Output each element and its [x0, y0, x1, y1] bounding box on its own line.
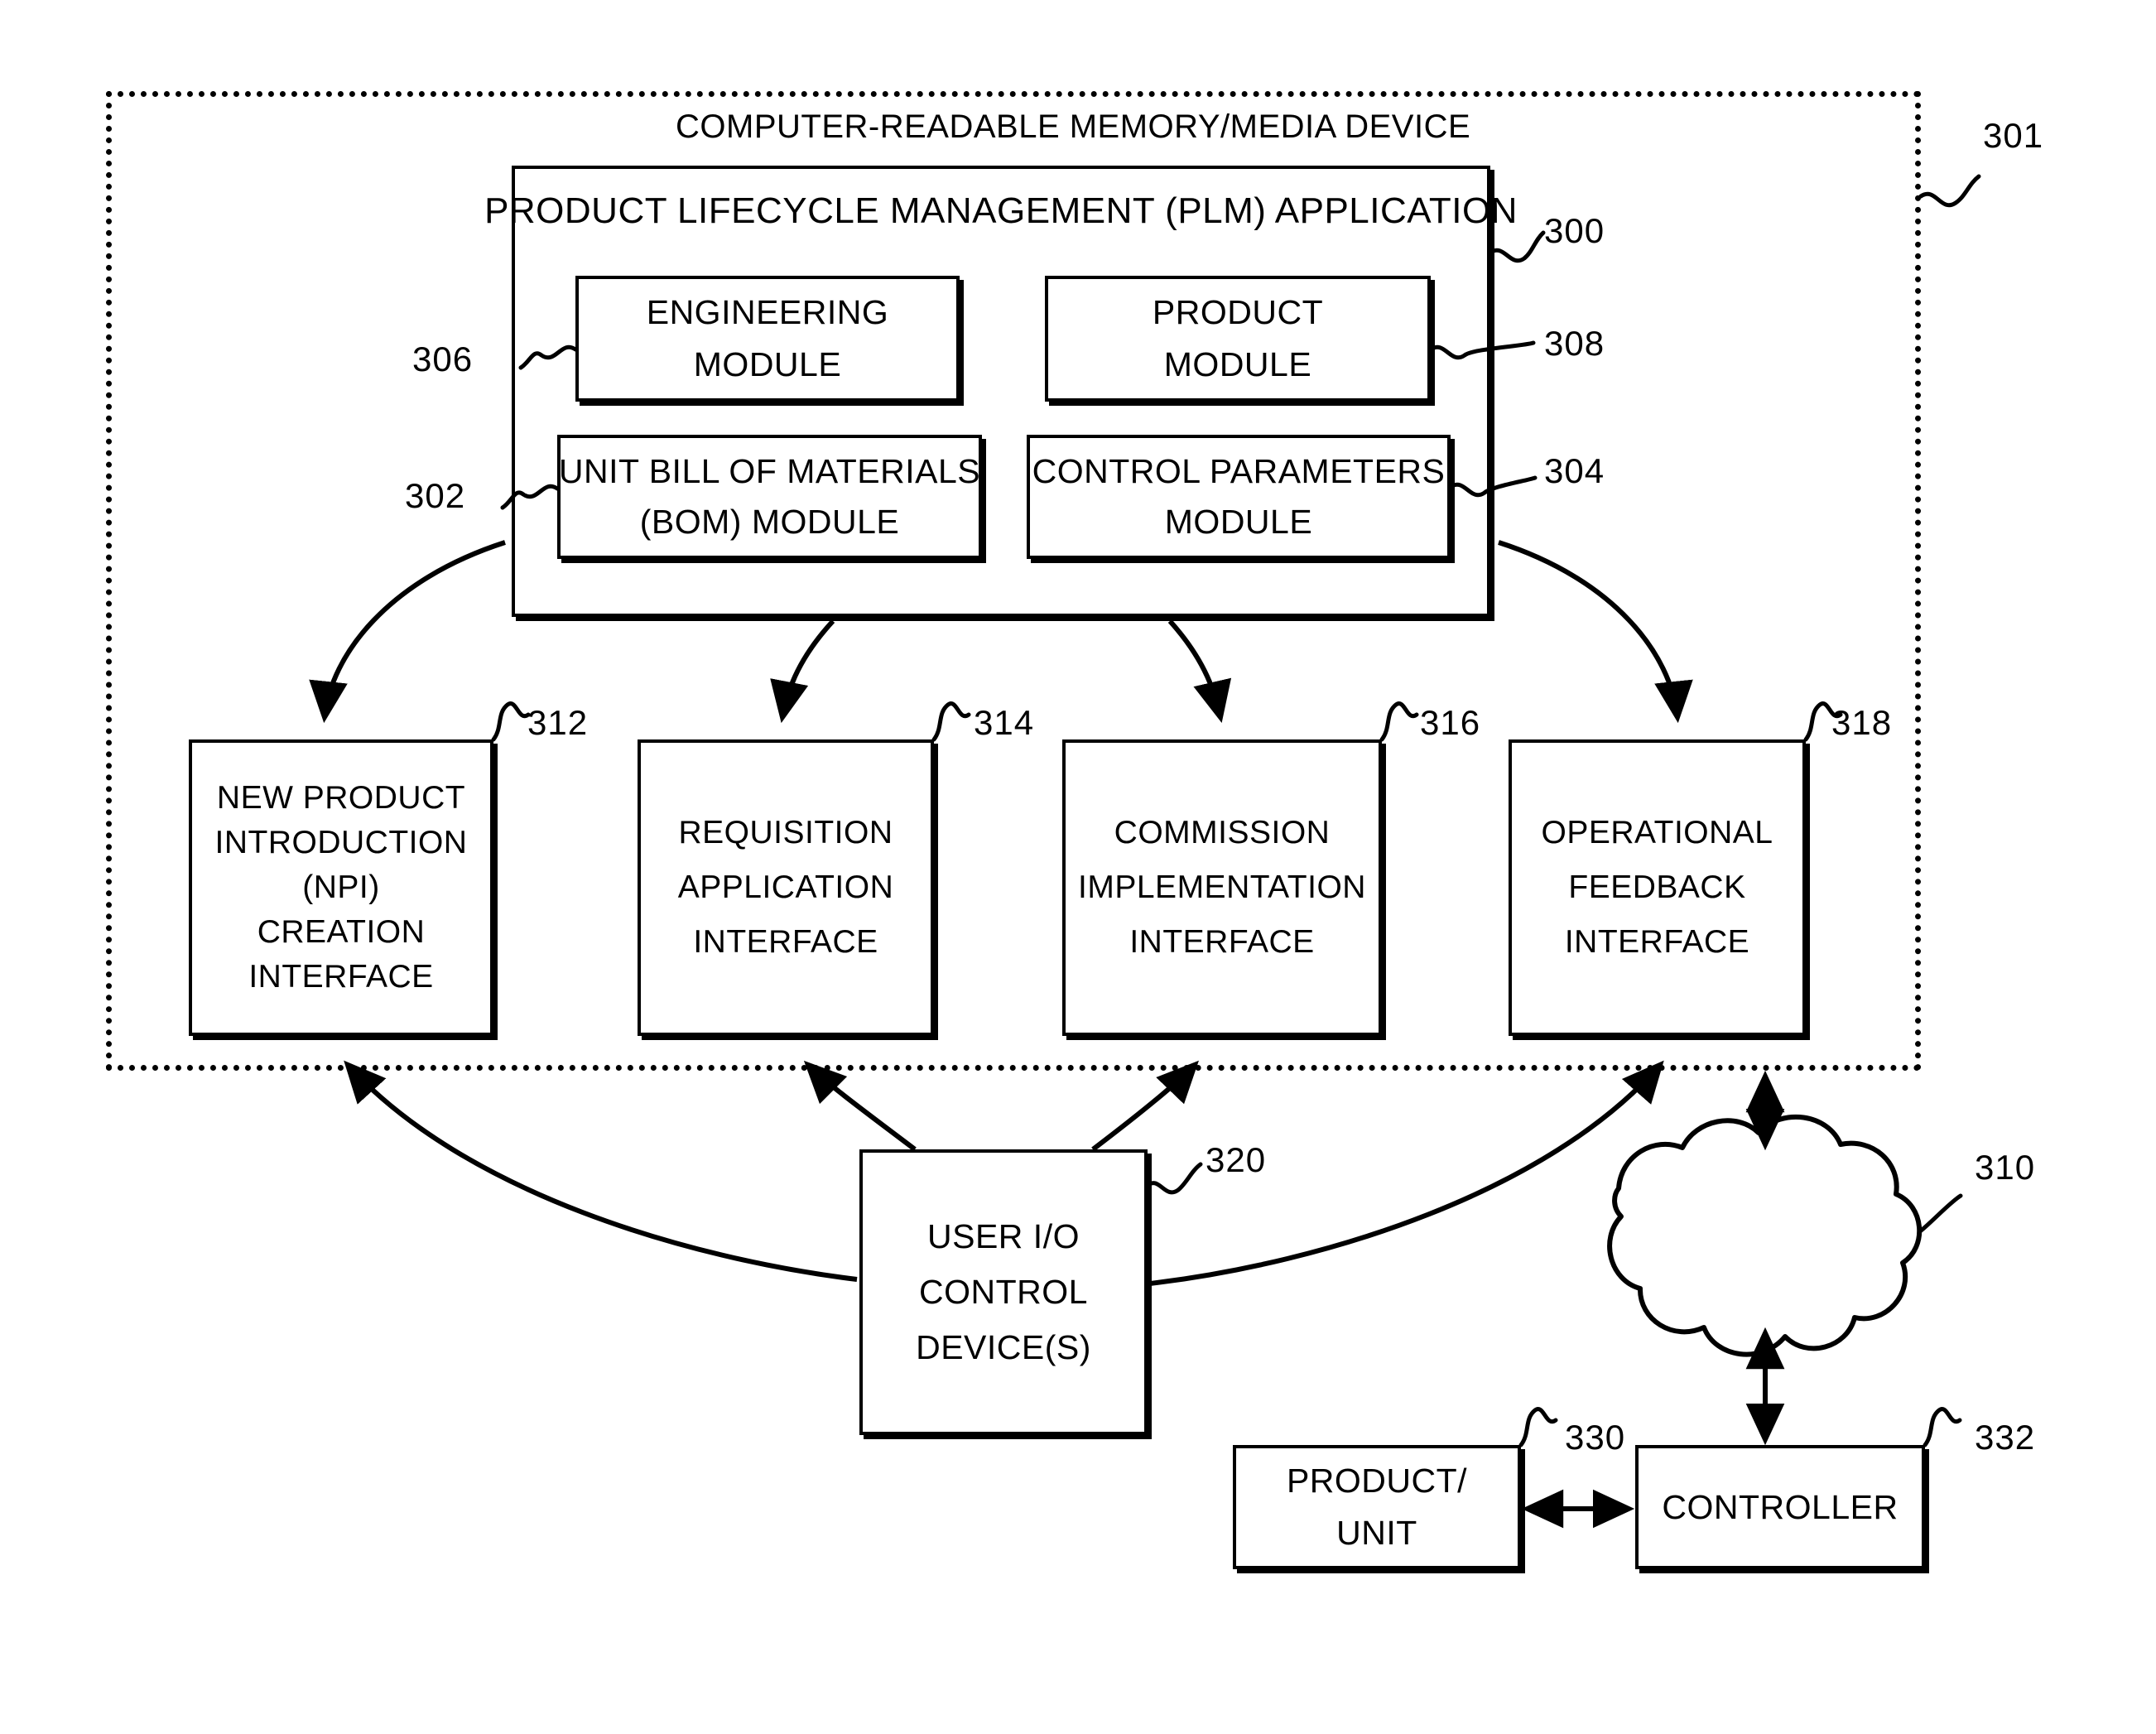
- npi-interface-line-5: INTERFACE: [248, 959, 434, 995]
- plm-application-title: PRODUCT LIFECYCLE MANAGEMENT (PLM) APPLI…: [484, 190, 1518, 231]
- user-io-line-3: DEVICE(S): [916, 1328, 1091, 1366]
- user-io-line-2: CONTROL: [919, 1273, 1088, 1311]
- unit-bom-module-line-1: UNIT BILL OF MATERIALS: [558, 452, 981, 490]
- ref-304: 304: [1544, 451, 1605, 490]
- engineering-module-box: ENGINEERING MODULE: [575, 276, 960, 402]
- ref-300: 300: [1544, 211, 1605, 250]
- ref-318: 318: [1831, 703, 1893, 742]
- requisition-interface-line-1: REQUISITION: [678, 815, 893, 850]
- ref-301: 301: [1983, 116, 2044, 155]
- ref-330: 330: [1565, 1418, 1626, 1457]
- operational-interface-line-1: OPERATIONAL: [1541, 815, 1773, 850]
- ref-332: 332: [1975, 1418, 2036, 1457]
- commission-interface-line-2: IMPLEMENTATION: [1078, 869, 1366, 905]
- user-io-line-1: USER I/O: [927, 1217, 1080, 1255]
- npi-interface-line-2: INTRODUCTION: [214, 825, 468, 860]
- product-unit-box: PRODUCT/ UNIT: [1233, 1445, 1521, 1569]
- product-module-box: PRODUCT MODULE: [1045, 276, 1431, 402]
- figure-canvas: COMPUTER-READABLE MEMORY/MEDIA DEVICE 30…: [0, 0, 2156, 1734]
- npi-interface-line-3: (NPI): [302, 869, 380, 905]
- ref-320: 320: [1206, 1140, 1267, 1179]
- commission-implementation-interface-box: COMMISSION IMPLEMENTATION INTERFACE: [1062, 739, 1382, 1036]
- ref-312: 312: [527, 703, 589, 742]
- npi-interface-line-1: NEW PRODUCT: [216, 780, 466, 816]
- ref-310: 310: [1975, 1148, 2036, 1187]
- unit-bom-module-line-2: (BOM) MODULE: [639, 503, 900, 541]
- commission-interface-line-3: INTERFACE: [1129, 924, 1315, 960]
- operational-interface-line-2: FEEDBACK: [1568, 869, 1746, 905]
- controller-line-1: CONTROLLER: [1662, 1487, 1899, 1526]
- ref-316: 316: [1420, 703, 1481, 742]
- ref-302: 302: [405, 476, 466, 515]
- control-parameters-module-box: CONTROL PARAMETERS MODULE: [1027, 435, 1451, 559]
- requisition-interface-line-3: INTERFACE: [693, 924, 878, 960]
- product-module-line-2: MODULE: [1163, 345, 1312, 383]
- product-unit-line-1: PRODUCT/: [1286, 1462, 1468, 1500]
- ref-314: 314: [974, 703, 1035, 742]
- user-io-control-device-box: USER I/O CONTROL DEVICE(S): [859, 1149, 1148, 1435]
- ref-306: 306: [412, 340, 474, 378]
- ref-308: 308: [1544, 324, 1605, 363]
- npi-creation-interface-box: NEW PRODUCT INTRODUCTION (NPI) CREATION …: [189, 739, 493, 1036]
- control-parameters-module-line-1: CONTROL PARAMETERS: [1032, 452, 1446, 490]
- unit-bom-module-box: UNIT BILL OF MATERIALS (BOM) MODULE: [557, 435, 982, 559]
- product-unit-line-2: UNIT: [1336, 1514, 1417, 1552]
- npi-interface-line-4: CREATION: [257, 914, 426, 950]
- engineering-module-line-2: MODULE: [693, 345, 842, 383]
- requisition-application-interface-box: REQUISITION APPLICATION INTERFACE: [638, 739, 934, 1036]
- network-label: NETWORK: [1695, 1245, 1857, 1280]
- computer-readable-memory-label: COMPUTER-READABLE MEMORY/MEDIA DEVICE: [676, 108, 1471, 145]
- engineering-module-line-1: ENGINEERING: [646, 293, 889, 331]
- product-module-line-1: PRODUCT: [1152, 293, 1324, 331]
- control-parameters-module-line-2: MODULE: [1164, 503, 1313, 541]
- controller-box: CONTROLLER: [1635, 1445, 1925, 1569]
- operational-interface-line-3: INTERFACE: [1564, 924, 1750, 960]
- operational-feedback-interface-box: OPERATIONAL FEEDBACK INTERFACE: [1509, 739, 1806, 1036]
- commission-interface-line-1: COMMISSION: [1114, 815, 1331, 850]
- requisition-interface-line-2: APPLICATION: [677, 869, 894, 905]
